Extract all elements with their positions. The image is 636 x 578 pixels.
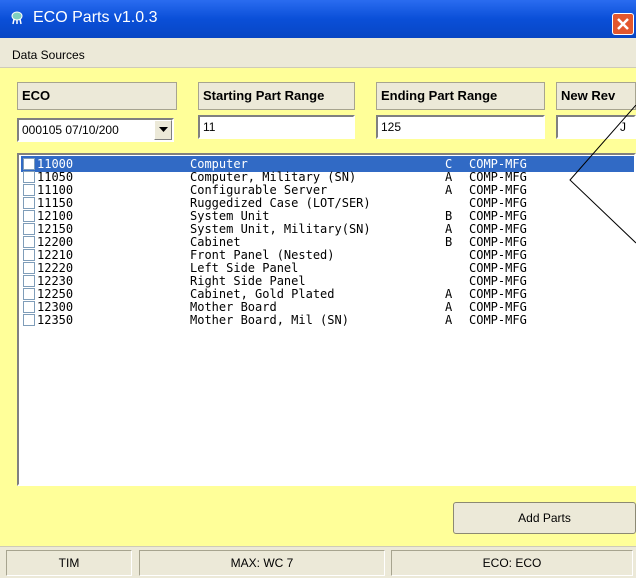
eco-label: ECO [17,82,177,110]
menu-data-sources[interactable]: Data Sources [12,48,85,62]
callout-outline [569,105,636,244]
status-bar: TIM MAX: WC 7 ECO: ECO [0,546,636,578]
chevron-down-icon [159,127,168,132]
part-location: COMP-MFG [469,313,527,327]
part-checkbox[interactable] [23,314,35,326]
eco-select[interactable]: 000105 07/10/200 [17,118,174,142]
close-icon [617,18,629,30]
status-max: MAX: WC 7 [139,550,385,576]
part-description: Mother Board, Mil (SN) [190,313,349,327]
ending-part-range-label: Ending Part Range [376,82,545,110]
part-number: 12350 [37,313,74,327]
menu-bar: Data Sources [0,38,636,68]
part-row[interactable]: 12350 Mother Board, Mil (SN) A COMP-MFG [21,312,634,328]
starting-part-range-input[interactable]: 11 [198,115,355,139]
status-user: TIM [6,550,132,576]
app-icon [11,11,23,25]
title-bar[interactable]: ECO Parts v1.0.3 [0,0,636,38]
status-eco: ECO: ECO [391,550,633,576]
window-title: ECO Parts v1.0.3 [33,9,158,26]
parts-list[interactable]: 11000 Computer C COMP-MFG 11050 Computer, Mil… [17,153,636,486]
close-button[interactable] [612,13,634,35]
ending-part-range-input[interactable]: 125 [376,115,545,139]
eco-dropdown-button[interactable] [154,120,172,140]
part-revision: A [445,313,453,327]
starting-part-range-label: Starting Part Range [198,82,355,110]
eco-value: 000105 07/10/200 [22,123,119,137]
add-parts-button[interactable]: Add Parts [453,502,636,534]
